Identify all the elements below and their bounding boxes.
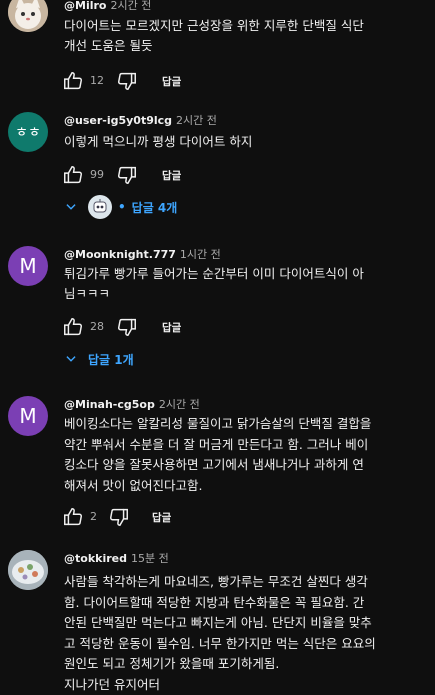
- like-button[interactable]: [62, 506, 84, 528]
- view-replies-button[interactable]: • 답글 4개: [64, 195, 178, 219]
- like-count: 99: [90, 168, 104, 181]
- chevron-down-icon: [66, 356, 76, 362]
- reply-button[interactable]: 답글: [162, 320, 181, 335]
- thumbs-up-icon: [64, 166, 82, 184]
- thumbs-up-icon: [64, 72, 82, 90]
- avatar-initials: M: [19, 254, 37, 278]
- comment-time[interactable]: 2시간 전: [110, 0, 151, 12]
- avatar[interactable]: [8, 550, 48, 590]
- comment-author[interactable]: @Moonknight.777: [64, 248, 176, 261]
- avatar[interactable]: [8, 0, 48, 32]
- comment-actions: 2 답글: [62, 506, 222, 528]
- comment-author[interactable]: @tokkired: [64, 552, 127, 565]
- like-button[interactable]: [62, 316, 84, 338]
- comment-text: 튀김가루 빵가루 들어가는 순간부터 이미 다이어트식이 아 님ㅋㅋㅋ: [64, 266, 364, 301]
- creator-avatar: [88, 195, 112, 219]
- avatar-initials: ㅎㅎ: [15, 125, 41, 141]
- thumbs-up-icon: [64, 318, 82, 336]
- comment-time[interactable]: 2시간 전: [159, 398, 200, 411]
- comment-author[interactable]: @user-ig5y0t9lcg: [64, 114, 172, 127]
- dislike-button[interactable]: [116, 70, 138, 92]
- comment-text: 다이어트는 모르겠지만 근성장을 위한 지루한 단백질 식단 개선 도움은 될듯: [64, 18, 364, 53]
- author-line: @tokkired 15분 전: [64, 550, 169, 566]
- avatar[interactable]: M: [8, 246, 48, 286]
- comment-text: 사람들 착각하는게 마요네즈, 빵가루는 무조건 살찐다 생각 함. 다이어트할…: [64, 574, 376, 692]
- replies-count-label: 답글 1개: [88, 352, 134, 367]
- like-count: 28: [90, 320, 104, 333]
- like-count: 12: [90, 74, 104, 87]
- like-count: 2: [90, 510, 97, 523]
- avatar-initials: M: [19, 404, 37, 428]
- thumbs-down-icon: [118, 72, 136, 90]
- reply-button[interactable]: 답글: [162, 74, 181, 89]
- robot-avatar-icon: [93, 199, 107, 213]
- author-line: @Milro 2시간 전: [64, 0, 151, 13]
- comment-actions: 28 답글: [62, 316, 222, 338]
- view-replies-button[interactable]: 답글 1개: [64, 348, 134, 370]
- comment-1: @Milro 2시간 전 다이어트는 모르겠지만 근성장을 위한 지루한 단백질 …: [0, 0, 435, 98]
- avatar[interactable]: ㅎㅎ: [8, 112, 48, 152]
- comment-author[interactable]: @Minah-cg5op: [64, 398, 155, 411]
- thumbs-down-icon: [118, 318, 136, 336]
- reply-button[interactable]: 답글: [152, 510, 171, 525]
- dislike-button[interactable]: [116, 164, 138, 186]
- comment-5: @tokkired 15분 전 사람들 착각하는게 마요네즈, 빵가루는 무조건 …: [0, 546, 435, 692]
- thumbs-down-icon: [118, 166, 136, 184]
- like-button[interactable]: [62, 164, 84, 186]
- author-line: @Minah-cg5op 2시간 전: [64, 396, 200, 412]
- separator-dot: •: [118, 200, 126, 214]
- thumbs-up-icon: [64, 508, 82, 526]
- comment-text: 이렇게 먹으니까 평생 다이어트 하지: [64, 134, 253, 149]
- dislike-button[interactable]: [116, 316, 138, 338]
- comment-time[interactable]: 1시간 전: [180, 248, 221, 261]
- comment-2: ㅎㅎ @user-ig5y0t9lcg 2시간 전 이렇게 먹으니까 평생 다이어…: [0, 108, 435, 228]
- comment-text: 베이킹소다는 알칼리성 물질이고 닭가슴살의 단백질 결합을 약간 뿌숴서 수분…: [64, 416, 372, 493]
- comment-actions: 12 답글: [62, 70, 222, 92]
- avatar[interactable]: M: [8, 396, 48, 436]
- comment-time[interactable]: 2시간 전: [176, 114, 217, 127]
- comment-actions: 99 답글: [62, 164, 222, 186]
- dislike-button[interactable]: [108, 506, 130, 528]
- comment-author[interactable]: @Milro: [64, 0, 106, 12]
- like-button[interactable]: [62, 70, 84, 92]
- cat-avatar-icon: [8, 0, 48, 32]
- comment-time[interactable]: 15분 전: [131, 552, 169, 565]
- comment-3: M @Moonknight.777 1시간 전 튀김가루 빵가루 들어가는 순간부…: [0, 240, 435, 370]
- replies-count-label: 답글 4개: [131, 200, 178, 215]
- food-photo-avatar-icon: [8, 550, 48, 590]
- chevron-down-icon: [66, 204, 76, 210]
- author-line: @Moonknight.777 1시간 전: [64, 246, 221, 262]
- author-line: @user-ig5y0t9lcg 2시간 전: [64, 112, 217, 128]
- reply-button[interactable]: 답글: [162, 168, 181, 183]
- thumbs-down-icon: [110, 508, 128, 526]
- comment-4: M @Minah-cg5op 2시간 전 베이킹소다는 알칼리성 물질이고 닭가슴…: [0, 392, 435, 532]
